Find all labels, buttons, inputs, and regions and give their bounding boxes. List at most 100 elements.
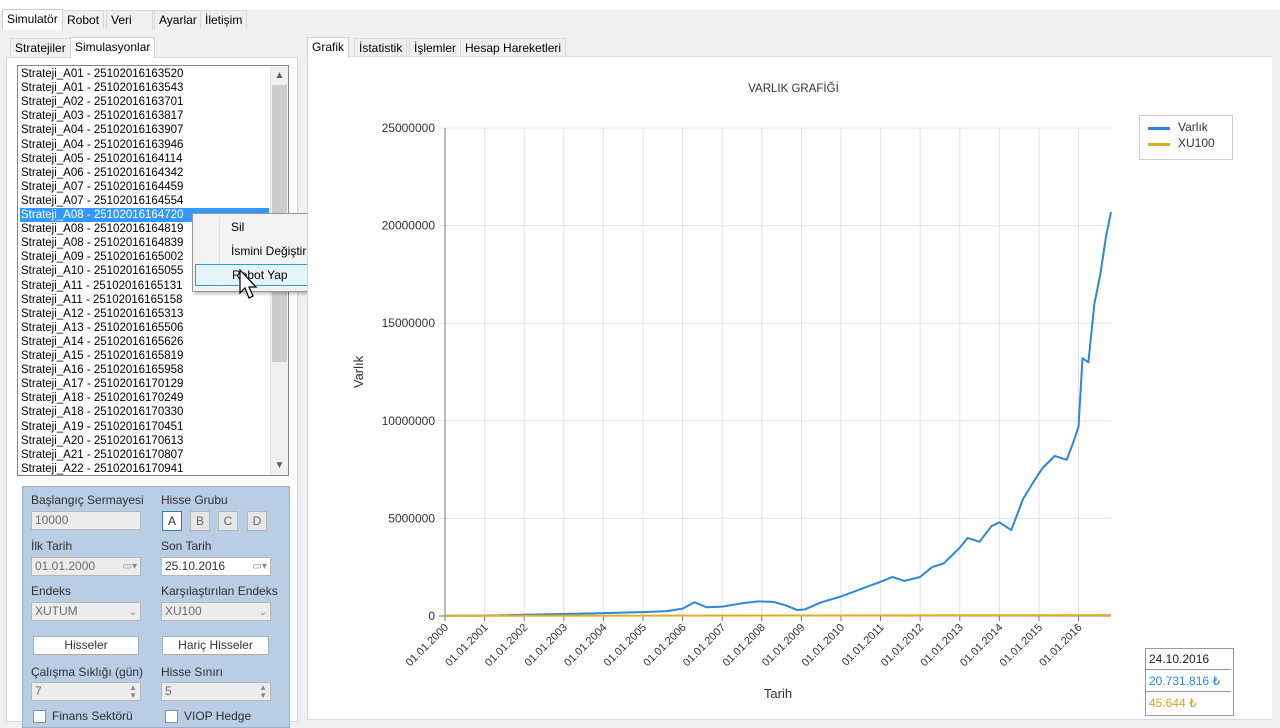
- list-item[interactable]: Strateji_A01 - 25102016163520: [21, 67, 183, 81]
- frequency-stepper[interactable]: 7 ▲ ▼: [31, 682, 141, 701]
- frequency-label: Çalışma Sıklığı (gün): [31, 665, 144, 679]
- mouse-cursor-icon: [239, 269, 258, 299]
- chart-legend: Varlık XU100: [1139, 115, 1233, 160]
- list-item[interactable]: Strateji_A11 - 25102016165131: [21, 279, 183, 293]
- x-tick-label: 01.01.2016: [1037, 622, 1084, 669]
- stepper-arrows-icon[interactable]: ▲ ▼: [129, 684, 137, 700]
- group-d-button[interactable]: D: [247, 511, 267, 531]
- group-b-button[interactable]: B: [190, 511, 210, 531]
- list-item[interactable]: Strateji_A18 - 25102016170330: [21, 405, 183, 419]
- list-item[interactable]: Strateji_A20 - 25102016170613: [21, 434, 183, 448]
- list-item[interactable]: Strateji_A05 - 25102016164114: [21, 152, 183, 166]
- list-item[interactable]: Strateji_A07 - 25102016164459: [21, 180, 183, 194]
- info-asset-value: 20.731.816 ₺: [1146, 671, 1231, 692]
- start-date-label: İlk Tarih: [31, 539, 73, 553]
- end-date-value: 25.10.2016: [165, 559, 226, 573]
- series-line-varlik: [444, 211, 1112, 617]
- list-item[interactable]: Strateji_A18 - 25102016170249: [21, 391, 183, 405]
- info-date: 24.10.2016: [1146, 649, 1231, 670]
- group-c-button[interactable]: C: [218, 511, 238, 531]
- list-item[interactable]: Strateji_A11 - 25102016165158: [21, 293, 183, 307]
- tab-veri[interactable]: Veri: [106, 10, 153, 29]
- scroll-up-icon[interactable]: ▲: [271, 67, 288, 84]
- legend-label-varlik: Varlık: [1178, 120, 1208, 134]
- list-item[interactable]: Strateji_A17 - 25102016170129: [21, 377, 183, 391]
- list-item[interactable]: Strateji_A03 - 25102016163817: [21, 109, 183, 123]
- list-item[interactable]: Strateji_A22 - 25102016170941: [21, 462, 183, 475]
- x-tick-label: 01.01.2010: [800, 622, 847, 669]
- viop-checkbox[interactable]: [165, 710, 178, 723]
- stocks-button[interactable]: Hisseler: [33, 636, 139, 655]
- index-select[interactable]: XUTUM ⌄: [31, 602, 141, 621]
- index-label: Endeks: [31, 584, 72, 598]
- chevron-down-icon: ⌄: [258, 607, 267, 618]
- limit-label: Hisse Sınırı: [161, 665, 224, 679]
- list-item[interactable]: Strateji_A19 - 25102016170451: [21, 420, 183, 434]
- group-a-button[interactable]: A: [162, 511, 182, 531]
- list-item[interactable]: Strateji_A08 - 25102016164819: [21, 222, 183, 236]
- list-item[interactable]: Strateji_A15 - 25102016165819: [21, 349, 183, 363]
- list-item[interactable]: Strateji_A07 - 25102016164554: [21, 194, 183, 208]
- tab-grafik[interactable]: Grafik: [307, 37, 350, 58]
- title-strip: [0, 0, 1280, 10]
- capital-label: Başlangıç Sermayesi: [31, 493, 144, 507]
- tab-robot[interactable]: Robot: [62, 10, 105, 29]
- list-item[interactable]: Strateji_A14 - 25102016165626: [21, 335, 183, 349]
- legend-swatch-xu100: [1148, 143, 1170, 146]
- end-date-label: Son Tarih: [161, 539, 212, 553]
- capital-input[interactable]: 10000: [31, 511, 141, 530]
- list-item[interactable]: Strateji_A08 - 25102016164839: [21, 236, 183, 250]
- tab-simulator[interactable]: Simulatör: [2, 9, 63, 30]
- tab-islemler[interactable]: İşlemler: [409, 38, 462, 57]
- asset-chart: 0 5000000 10000000 15000000 20000000 25000000…: [351, 121, 1112, 701]
- tab-hesap-hareketleri[interactable]: Hesap Hareketleri: [460, 38, 567, 57]
- tab-stratejiler[interactable]: Stratejiler: [10, 38, 71, 57]
- compare-index-select[interactable]: XU100 ⌄: [161, 602, 271, 621]
- calendar-icon[interactable]: ▭▾: [123, 558, 137, 575]
- list-item[interactable]: Strateji_A13 - 25102016165506: [21, 321, 183, 335]
- right-tabbar: Grafik İstatistik İşlemler Hesap Hareket…: [307, 37, 707, 58]
- list-item[interactable]: Strateji_A01 - 25102016163543: [21, 81, 183, 95]
- excluded-stocks-button[interactable]: Hariç Hisseler: [162, 636, 269, 655]
- main-tabbar: Simulatör Robot Veri Ayarlar İletişim: [0, 9, 1280, 30]
- legend-swatch-varlik: [1148, 127, 1170, 130]
- y-tick-label: 15000000: [382, 316, 436, 330]
- index-value: XUTUM: [35, 604, 78, 618]
- y-tick-label: 0: [428, 609, 435, 623]
- info-index-value: 45.644 ₺: [1149, 696, 1197, 710]
- list-item[interactable]: Strateji_A10 - 25102016165055: [21, 264, 183, 278]
- list-item[interactable]: Strateji_A09 - 25102016165002: [21, 250, 183, 264]
- list-item[interactable]: Strateji_A06 - 25102016164342: [21, 166, 183, 180]
- value-info-box: 24.10.2016 20.731.816 ₺ 45.644 ₺: [1145, 648, 1234, 716]
- limit-value: 5: [165, 684, 172, 698]
- start-date-picker[interactable]: 01.01.2000 ▭▾: [31, 557, 141, 576]
- compare-index-value: XU100: [165, 604, 202, 618]
- x-axis-title: Tarih: [764, 686, 792, 701]
- list-item[interactable]: Strateji_A04 - 25102016163946: [21, 138, 183, 152]
- tab-iletisim[interactable]: İletişim: [200, 10, 248, 29]
- calendar-icon[interactable]: ▭▾: [253, 558, 267, 575]
- y-tick-label: 20000000: [382, 219, 436, 233]
- list-item[interactable]: Strateji_A12 - 25102016165313: [21, 307, 183, 321]
- frequency-value: 7: [35, 684, 42, 698]
- y-axis-title: Varlık: [351, 355, 366, 388]
- end-date-picker[interactable]: 25.10.2016 ▭▾: [161, 557, 271, 576]
- tab-simulasyonlar[interactable]: Simulasyonlar: [70, 37, 156, 58]
- window-edge: [1272, 32, 1280, 720]
- list-item[interactable]: Strateji_A21 - 25102016170807: [21, 448, 183, 462]
- limit-stepper[interactable]: 5 ▲ ▼: [161, 682, 271, 701]
- y-tick-label: 5000000: [388, 511, 435, 525]
- list-item[interactable]: Strateji_A16 - 25102016165958: [21, 363, 183, 377]
- scroll-down-icon[interactable]: ▼: [271, 457, 288, 474]
- settings-panel: Başlangıç Sermayesi 10000 Hisse Grubu A …: [22, 486, 290, 728]
- finance-label: Finans Sektörü: [52, 709, 133, 723]
- stepper-arrows-icon[interactable]: ▲ ▼: [259, 684, 267, 700]
- viop-label: VIOP Hedge: [184, 709, 252, 723]
- group-label: Hisse Grubu: [161, 493, 228, 507]
- compare-index-label: Karşılaştırılan Endeks: [161, 584, 278, 598]
- list-item[interactable]: Strateji_A02 - 25102016163701: [21, 95, 183, 109]
- list-item[interactable]: Strateji_A04 - 25102016163907: [21, 123, 183, 137]
- tab-istatistik[interactable]: İstatistik: [354, 38, 408, 57]
- finance-checkbox[interactable]: [33, 710, 46, 723]
- tab-ayarlar[interactable]: Ayarlar: [154, 10, 202, 29]
